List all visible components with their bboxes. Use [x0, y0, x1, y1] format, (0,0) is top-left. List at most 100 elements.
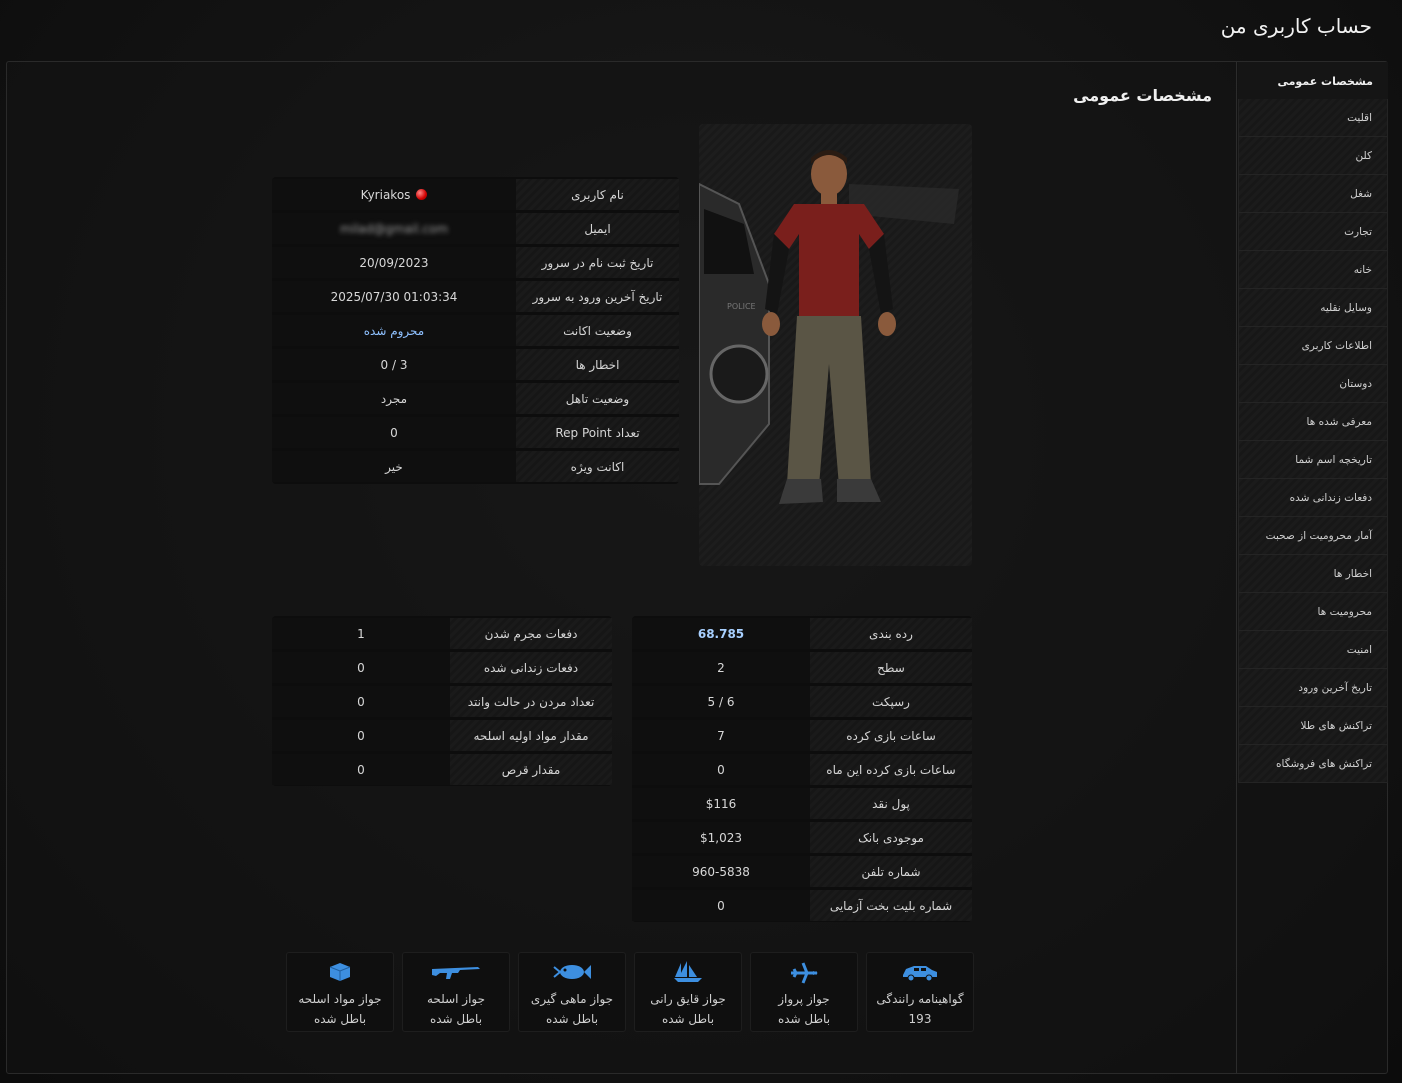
- bank-value: $1,023: [632, 822, 810, 853]
- cash-label: پول نقد: [810, 788, 972, 819]
- table-row: محروم شده وضعیت اکانت: [272, 315, 679, 346]
- criminal-count-label: دفعات مجرم شدن: [450, 618, 612, 649]
- sidebar-item-vehicles[interactable]: وسایل نقلیه: [1238, 289, 1388, 327]
- sidebar-item-last-login[interactable]: تاریخ آخرین ورود: [1238, 669, 1388, 707]
- sidebar-item-user-info[interactable]: اطلاعات کاربری: [1238, 327, 1388, 365]
- license-value: 193: [908, 1012, 932, 1026]
- last-login-label: تاریخ آخرین ورود به سرور: [516, 281, 679, 312]
- sidebar-item-security[interactable]: امنیت: [1238, 631, 1388, 669]
- table-row: 0 تعداد مردن در حالت وانتد: [272, 686, 612, 717]
- section-title: مشخصات عمومی: [1073, 86, 1212, 105]
- table-row: 68.785 رده بندی: [632, 618, 972, 649]
- sidebar-item-jail-history[interactable]: دفعات زندانی شده: [1238, 479, 1388, 517]
- rank-label: رده بندی: [810, 618, 972, 649]
- sidebar-item-gold-transactions[interactable]: تراکنش های طلا: [1238, 707, 1388, 745]
- license-card-driving: گواهینامه رانندگی 193: [866, 952, 974, 1032]
- box-icon: [287, 961, 393, 983]
- table-row: 0 مقدار مواد اولیه اسلحه: [272, 720, 612, 751]
- sidebar-item-bans[interactable]: محرومیت ها: [1238, 593, 1388, 631]
- marital-label: وضعیت تاهل: [516, 383, 679, 414]
- stats-table: 68.785 رده بندی 2 سطح 5 / 6 رسپکت 7 ساعا…: [632, 615, 972, 924]
- sidebar-item-business[interactable]: تجارت: [1238, 213, 1388, 251]
- license-title: جواز اسلحه: [426, 992, 486, 1006]
- respect-value: 5 / 6: [632, 686, 810, 717]
- sidebar-item-shop-transactions[interactable]: تراکنش های فروشگاه: [1238, 745, 1388, 783]
- sidebar-item-friends[interactable]: دوستان: [1238, 365, 1388, 403]
- table-row: 2025/07/30 01:03:34 تاریخ آخرین ورود به …: [272, 281, 679, 312]
- wanted-deaths-label: تعداد مردن در حالت وانتد: [450, 686, 612, 717]
- table-row: 0 شماره بلیت بخت آزمایی: [632, 890, 972, 921]
- table-row: 20/09/2023 تاریخ ثبت نام در سرور: [272, 247, 679, 278]
- register-date-value: 20/09/2023: [272, 247, 516, 278]
- hours-played-value: 7: [632, 720, 810, 751]
- sailboat-icon: [635, 961, 741, 983]
- lottery-label: شماره بلیت بخت آزمایی: [810, 890, 972, 921]
- table-row: 0 مقدار قرص: [272, 754, 612, 785]
- phone-value: 960-5838: [632, 856, 810, 887]
- license-title: گواهینامه رانندگی: [876, 992, 964, 1006]
- hours-month-value: 0: [632, 754, 810, 785]
- marital-value: مجرد: [272, 383, 516, 414]
- rifle-icon: [403, 961, 509, 983]
- criminal-count-value: 1: [272, 618, 450, 649]
- table-row: 1 دفعات مجرم شدن: [272, 618, 612, 649]
- jailed-count-label: دفعات زندانی شده: [450, 652, 612, 683]
- license-card-fishing: جواز ماهی گیری باطل شده: [518, 952, 626, 1032]
- sidebar-item-clan[interactable]: کلن: [1238, 137, 1388, 175]
- offline-status-icon: [416, 188, 428, 200]
- airplane-icon: [751, 961, 857, 984]
- sidebar-item-warnings[interactable]: اخطار ها: [1238, 555, 1388, 593]
- level-value: 2: [632, 652, 810, 683]
- sidebar-item-name-history[interactable]: تاریخچه اسم شما: [1238, 441, 1388, 479]
- username-value: Kyriakos: [272, 179, 516, 210]
- bank-label: موجودی بانک: [810, 822, 972, 853]
- license-title: جواز مواد اسلحه: [298, 992, 382, 1006]
- rep-points-value: 0: [272, 417, 516, 448]
- license-card-weapon: جواز اسلحه باطل شده: [402, 952, 510, 1032]
- hours-month-label: ساعات بازی کرده این ماه: [810, 754, 972, 785]
- table-row: Kyriakos نام کاربری: [272, 179, 679, 210]
- materials-value: 0: [272, 720, 450, 751]
- crime-table: 1 دفعات مجرم شدن 0 دفعات زندانی شده 0 تع…: [272, 615, 612, 788]
- email-label: ایمیل: [516, 213, 679, 244]
- table-row: مجرد وضعیت تاهل: [272, 383, 679, 414]
- register-date-label: تاریخ ثبت نام در سرور: [516, 247, 679, 278]
- cash-value: $116: [632, 788, 810, 819]
- license-title: جواز پرواز: [778, 992, 830, 1006]
- sidebar-item-referrals[interactable]: معرفی شده ها: [1238, 403, 1388, 441]
- rank-value: 68.785: [632, 618, 810, 649]
- rep-points-label: تعداد Rep Point: [516, 417, 679, 448]
- pills-label: مقدار قرص: [450, 754, 612, 785]
- character-skin-image: POLICE: [699, 124, 972, 566]
- sidebar-item-minority[interactable]: اقلیت: [1238, 99, 1388, 137]
- table-row: milad@gmail.com ایمیل: [272, 213, 679, 244]
- license-card-flying: جواز پرواز باطل شده: [750, 952, 858, 1032]
- account-status-label: وضعیت اکانت: [516, 315, 679, 346]
- jailed-count-value: 0: [272, 652, 450, 683]
- account-status-value[interactable]: محروم شده: [272, 315, 516, 346]
- license-card-materials: جواز مواد اسلحه باطل شده: [286, 952, 394, 1032]
- car-icon: [867, 961, 973, 983]
- sidebar-item-mute-stats[interactable]: آمار محرومیت از صحبت: [1238, 517, 1388, 555]
- sidebar-item-house[interactable]: خانه: [1238, 251, 1388, 289]
- warnings-value: 0 / 3: [272, 349, 516, 380]
- sidebar-item-job[interactable]: شغل: [1238, 175, 1388, 213]
- license-value: باطل شده: [661, 1012, 715, 1026]
- username-label: نام کاربری: [516, 179, 679, 210]
- license-value: باطل شده: [429, 1012, 483, 1026]
- fish-icon: [519, 961, 625, 983]
- account-status-link[interactable]: محروم شده: [364, 324, 424, 338]
- table-row: 5 / 6 رسپکت: [632, 686, 972, 717]
- license-title: جواز ماهی گیری: [530, 992, 614, 1006]
- sidebar-item-general-info[interactable]: مشخصات عمومی: [1238, 62, 1388, 99]
- materials-label: مقدار مواد اولیه اسلحه: [450, 720, 612, 751]
- vip-label: اکانت ویژه: [516, 451, 679, 482]
- page-title: حساب کاربری من: [1220, 14, 1372, 38]
- table-row: 0 دفعات زندانی شده: [272, 652, 612, 683]
- table-row: 0 تعداد Rep Point: [272, 417, 679, 448]
- table-row: $1,023 موجودی بانک: [632, 822, 972, 853]
- wanted-deaths-value: 0: [272, 686, 450, 717]
- vip-value: خیر: [272, 451, 516, 482]
- table-row: خیر اکانت ویژه: [272, 451, 679, 482]
- table-row: 2 سطح: [632, 652, 972, 683]
